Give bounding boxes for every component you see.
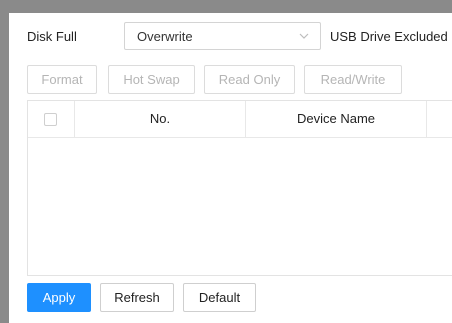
chevron-down-icon [299, 33, 309, 39]
disk-full-select[interactable]: Overwrite [124, 22, 321, 50]
hot-swap-button[interactable]: Hot Swap [108, 65, 195, 94]
read-write-button[interactable]: Read/Write [304, 65, 402, 94]
refresh-button[interactable]: Refresh [100, 283, 174, 312]
apply-button[interactable]: Apply [27, 283, 91, 312]
table-header-row: No. Device Name [28, 101, 452, 138]
disk-full-select-value: Overwrite [137, 29, 193, 44]
column-header-no: No. [74, 101, 245, 137]
window-top-border [9, 9, 452, 13]
select-all-cell [28, 101, 74, 137]
device-table: No. Device Name [27, 100, 452, 276]
disk-full-label: Disk Full [27, 29, 77, 44]
storage-panel: Disk Full Overwrite USB Drive Excluded F… [9, 9, 452, 323]
read-only-button[interactable]: Read Only [204, 65, 295, 94]
format-button[interactable]: Format [27, 65, 97, 94]
column-header-device-name: Device Name [245, 101, 426, 137]
default-button[interactable]: Default [183, 283, 256, 312]
column-header-extra [426, 101, 452, 137]
select-all-checkbox[interactable] [44, 113, 57, 126]
usb-drive-excluded-label: USB Drive Excluded [330, 29, 448, 44]
